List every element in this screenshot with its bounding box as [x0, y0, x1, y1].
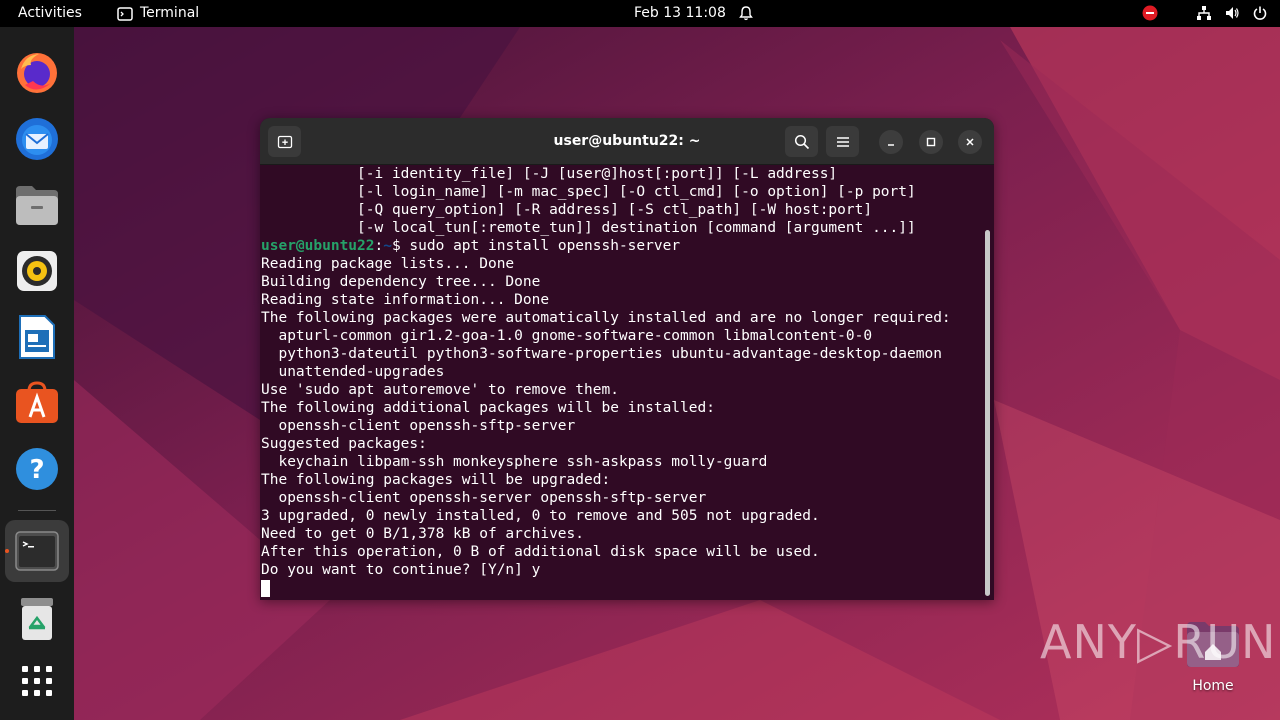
search-button[interactable]	[785, 126, 818, 157]
output-line: The following additional packages will b…	[261, 400, 715, 416]
terminal-app-icon	[117, 6, 133, 21]
output-line: Do you want to continue? [Y/n] y	[261, 562, 541, 578]
output-line: Reading package lists... Done	[261, 256, 515, 272]
output-line: Use 'sudo apt autoremove' to remove them…	[261, 382, 619, 398]
output-line: The following packages were automaticall…	[261, 310, 951, 326]
prompt-path: ~	[383, 238, 392, 254]
network-icon[interactable]	[1196, 5, 1212, 21]
prompt-line: user@ubuntu22:~$ sudo apt install openss…	[261, 237, 983, 255]
output-line: python3-dateutil python3-software-proper…	[261, 346, 942, 362]
terminal-icon[interactable]	[13, 527, 61, 575]
prompt-separator: :	[374, 238, 384, 254]
power-icon[interactable]	[1252, 5, 1268, 21]
files-icon[interactable]	[13, 181, 61, 229]
volume-icon[interactable]	[1224, 5, 1240, 21]
system-tray[interactable]	[1142, 4, 1268, 22]
minimize-icon	[888, 144, 894, 146]
menu-button[interactable]	[826, 126, 859, 157]
notification-bell-icon[interactable]	[738, 5, 754, 21]
output-line: The following packages will be upgraded:	[261, 472, 611, 488]
clock[interactable]: Feb 13 11:08	[634, 0, 726, 27]
anyrun-watermark: ANY▷RUN	[1040, 615, 1277, 669]
dock: ?	[0, 27, 74, 720]
search-icon	[794, 134, 809, 149]
home-folder-label[interactable]: Home	[1183, 678, 1243, 694]
new-tab-button[interactable]	[268, 126, 301, 157]
terminal-line: [-w local_tun[:remote_tun]] destination …	[261, 220, 916, 236]
thunderbird-icon[interactable]	[13, 115, 61, 163]
text-cursor	[261, 580, 270, 597]
top-bar: Activities Terminal Feb 13 11:08	[0, 0, 1280, 27]
cursor-line	[261, 579, 983, 597]
output-line: openssh-client openssh-server openssh-sf…	[261, 490, 707, 506]
output-line: Need to get 0 B/1,378 kB of archives.	[261, 526, 585, 542]
libreoffice-writer-icon[interactable]	[13, 313, 61, 361]
output-line: Reading state information... Done	[261, 292, 550, 308]
show-apps-icon[interactable]	[13, 657, 61, 705]
minimize-button[interactable]	[879, 130, 903, 154]
maximize-icon	[926, 137, 936, 147]
close-icon	[966, 138, 974, 146]
output-line: apturl-common gir1.2-goa-1.0 gnome-softw…	[261, 328, 873, 344]
output-line: After this operation, 0 B of additional …	[261, 544, 820, 560]
new-tab-icon	[277, 135, 292, 148]
output-line: keychain libpam-ssh monkeysphere ssh-ask…	[261, 454, 768, 470]
help-icon[interactable]: ?	[13, 445, 61, 493]
stop-icon[interactable]	[1142, 5, 1158, 21]
rhythmbox-icon[interactable]	[13, 247, 61, 295]
terminal-line: [-Q query_option] [-R address] [-S ctl_p…	[261, 202, 873, 218]
terminal-window[interactable]: user@ubuntu22: ~ [-i identity_file] [-J …	[260, 118, 994, 600]
app-center-icon[interactable]	[13, 379, 61, 427]
app-menu[interactable]: Terminal	[117, 0, 199, 27]
terminal-line: [-l login_name] [-m mac_spec] [-O ctl_cm…	[261, 184, 916, 200]
hamburger-menu-icon	[836, 136, 849, 147]
window-titlebar[interactable]: user@ubuntu22: ~	[260, 118, 994, 165]
terminal-output[interactable]: [-i identity_file] [-J [user@]host[:port…	[260, 165, 983, 600]
running-indicator	[5, 549, 9, 553]
firefox-icon[interactable]	[13, 49, 61, 97]
output-line: Building dependency tree... Done	[261, 274, 541, 290]
output-line: openssh-client openssh-sftp-server	[261, 418, 576, 434]
terminal-scrollbar[interactable]	[985, 230, 990, 596]
output-line: unattended-upgrades	[261, 364, 445, 380]
dock-separator	[18, 510, 56, 511]
activities-button[interactable]: Activities	[18, 0, 82, 27]
trash-icon[interactable]	[13, 595, 61, 643]
close-button[interactable]	[958, 130, 982, 154]
output-line: 3 upgraded, 0 newly installed, 0 to remo…	[261, 508, 820, 524]
prompt-command: $ sudo apt install openssh-server	[391, 238, 681, 254]
terminal-line: [-i identity_file] [-J [user@]host[:port…	[261, 166, 838, 182]
svg-text:?: ?	[29, 455, 44, 485]
app-menu-label: Terminal	[140, 5, 200, 21]
output-line: Suggested packages:	[261, 436, 427, 452]
maximize-button[interactable]	[919, 130, 943, 154]
prompt-user: user@ubuntu22	[261, 238, 375, 254]
